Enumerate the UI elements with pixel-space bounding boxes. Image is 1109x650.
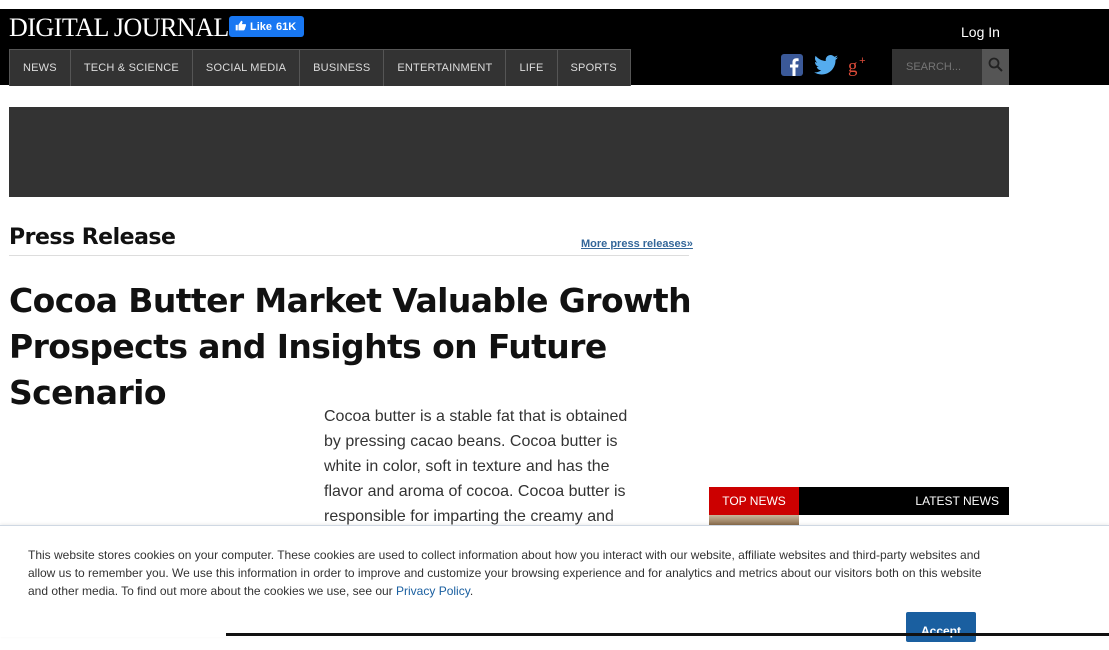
accept-button[interactable]: Accept — [906, 612, 976, 642]
cookie-text: This website stores cookies on your comp… — [28, 546, 993, 600]
svg-text:+: + — [859, 55, 866, 67]
section-title: Press Release — [9, 225, 176, 250]
header-right-fill — [1009, 9, 1109, 85]
section-divider — [9, 255, 689, 256]
article-headline: Cocoa Butter Market Valuable Growth Pros… — [9, 281, 692, 412]
site-header: DIGITAL JOURNAL Like 61K NEWS TECH & SCI… — [0, 9, 1009, 86]
fb-like-count: 61K — [276, 20, 297, 33]
svg-text:g: g — [848, 56, 858, 77]
tab-latest-news[interactable]: LATEST NEWS — [799, 487, 1009, 515]
fb-like-label: Like — [250, 20, 273, 33]
google-plus-icon[interactable]: g + — [848, 53, 872, 77]
nav-item-sports[interactable]: SPORTS — [558, 50, 630, 86]
twitter-icon[interactable] — [814, 53, 838, 77]
top-strip — [0, 0, 1109, 9]
search-input[interactable] — [892, 49, 982, 85]
thumbs-up-icon — [235, 20, 247, 34]
cookie-banner: This website stores cookies on your comp… — [0, 525, 1109, 642]
nav-item-tech-science[interactable]: TECH & SCIENCE — [71, 50, 193, 86]
nav-item-social-media[interactable]: SOCIAL MEDIA — [193, 50, 301, 86]
search-button[interactable] — [982, 49, 1009, 85]
social-links: g + — [780, 53, 872, 77]
more-press-releases-link[interactable]: More press releases» — [581, 238, 693, 250]
article-body: Cocoa butter is a stable fat that is obt… — [324, 408, 628, 525]
nav-item-news[interactable]: NEWS — [10, 50, 71, 86]
privacy-policy-link[interactable]: Privacy Policy — [396, 584, 470, 598]
cookie-suffix: . — [469, 584, 474, 598]
main-nav: NEWS TECH & SCIENCE SOCIAL MEDIA BUSINES… — [9, 49, 631, 86]
facebook-icon[interactable] — [780, 53, 804, 77]
facebook-like-button[interactable]: Like 61K — [229, 16, 305, 37]
login-link[interactable]: Log In — [961, 24, 1000, 40]
nav-item-business[interactable]: BUSINESS — [300, 50, 385, 86]
news-tabs: TOP NEWS LATEST NEWS — [709, 487, 1009, 515]
site-logo[interactable]: DIGITAL JOURNAL — [9, 13, 229, 43]
tab-top-news[interactable]: TOP NEWS — [709, 487, 799, 515]
nav-item-entertainment[interactable]: ENTERTAINMENT — [384, 50, 507, 86]
nav-item-life[interactable]: LIFE — [506, 50, 558, 86]
ad-banner — [9, 107, 1009, 197]
cookie-message: This website stores cookies on your comp… — [28, 548, 982, 598]
search-icon — [988, 57, 1003, 77]
news-thumbnail[interactable] — [709, 515, 799, 525]
